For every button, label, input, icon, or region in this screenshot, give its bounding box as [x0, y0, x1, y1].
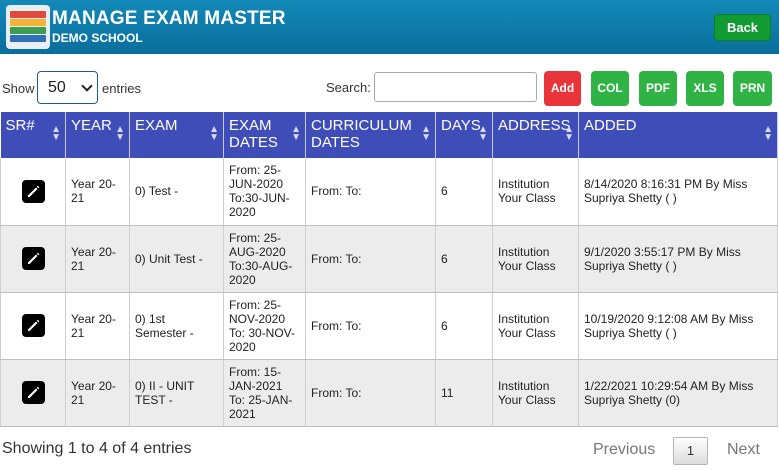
- cell-year: Year 20-21: [65, 225, 130, 293]
- export-xls-button[interactable]: XLS: [686, 71, 724, 106]
- page-1-button[interactable]: 1: [673, 437, 708, 465]
- entries-label: entries: [102, 81, 142, 96]
- cell-exam-dates: From: 25-AUG-2020 To:30-AUG-2020: [223, 225, 306, 293]
- school-name: DEMO SCHOOL: [52, 31, 143, 45]
- cell-address: Institution Your Class: [492, 359, 579, 427]
- edit-pencil-icon[interactable]: [21, 314, 45, 337]
- sort-arrows-icon: ▲ ▼: [115, 124, 125, 143]
- search-label: Search:: [326, 80, 371, 95]
- sort-arrows-icon: ▲ ▼: [421, 124, 431, 143]
- exam-table: SR# ▲ ▼ YEAR ▲ ▼ EXAM ▲ ▼ EXAM DATES ▲ ▼ CURRICU…: [0, 112, 778, 427]
- edit-pencil-icon[interactable]: [21, 179, 45, 203]
- row-action-cell: [0, 158, 66, 226]
- add-button[interactable]: Add: [544, 71, 581, 106]
- cell-curriculum-dates: From: To:: [305, 225, 436, 293]
- column-header-days[interactable]: DAYS ▲ ▼: [435, 112, 493, 158]
- export-pdf-button[interactable]: PDF: [639, 71, 677, 106]
- edit-pencil-icon[interactable]: [21, 381, 45, 404]
- column-header-curriculum-dates[interactable]: CURRICULUM DATES ▲ ▼: [305, 112, 436, 158]
- column-visibility-button[interactable]: COL: [591, 71, 629, 106]
- back-button[interactable]: Back: [714, 14, 771, 41]
- cell-added: 9/1/2020 3:55:17 PM By Miss Supriya Shet…: [578, 225, 778, 293]
- sort-arrows-icon: ▲ ▼: [478, 124, 488, 143]
- column-header-sr[interactable]: SR# ▲ ▼: [0, 112, 66, 158]
- cell-exam: 0) 1st Semester -: [129, 292, 224, 360]
- chevron-down-icon: [81, 80, 93, 92]
- school-logo: [6, 5, 50, 49]
- column-header-exam-dates[interactable]: EXAM DATES ▲ ▼: [223, 112, 306, 158]
- cell-days: 6: [435, 158, 493, 226]
- table-info: Showing 1 to 4 of 4 entries: [2, 440, 192, 457]
- cell-address: Institution Your Class: [492, 225, 579, 293]
- page-title: MANAGE EXAM MASTER: [52, 8, 286, 29]
- cell-address: Institution Your Class: [492, 158, 579, 226]
- cell-exam: 0) II - UNIT TEST -: [129, 359, 224, 427]
- edit-pencil-icon[interactable]: [21, 247, 45, 270]
- cell-exam: 0) Unit Test -: [129, 225, 224, 293]
- column-header-exam[interactable]: EXAM ▲ ▼: [129, 112, 224, 158]
- row-action-cell: [0, 292, 66, 360]
- sort-arrows-icon: ▲ ▼: [209, 124, 219, 143]
- sort-arrows-icon: ▲ ▼: [763, 124, 773, 143]
- column-header-added[interactable]: ADDED ▲ ▼: [578, 112, 778, 158]
- table-row: Year 20-21 0) Test - From: 25-JUN-2020 T…: [0, 158, 778, 226]
- cell-curriculum-dates: From: To:: [305, 158, 436, 226]
- app-header: MANAGE EXAM MASTER DEMO SCHOOL Back: [0, 0, 779, 54]
- show-label: Show: [2, 81, 35, 96]
- table-row: Year 20-21 0) 1st Semester - From: 25-NO…: [0, 292, 778, 360]
- cell-days: 11: [435, 359, 493, 427]
- column-header-address[interactable]: ADDRESS ▲ ▼: [492, 112, 579, 158]
- cell-exam: 0) Test -: [129, 158, 224, 226]
- cell-year: Year 20-21: [65, 292, 130, 360]
- cell-exam-dates: From: 15-JAN-2021 To: 25-JAN-2021: [223, 359, 306, 427]
- next-page-button[interactable]: Next: [727, 441, 760, 459]
- cell-curriculum-dates: From: To:: [305, 292, 436, 360]
- row-action-cell: [0, 225, 66, 293]
- cell-exam-dates: From: 25-JUN-2020 To:30-JUN-2020: [223, 158, 306, 226]
- entries-select-value: 50: [48, 79, 66, 96]
- cell-added: 8/14/2020 8:16:31 PM By Miss Supriya She…: [578, 158, 778, 226]
- print-button[interactable]: PRN: [733, 71, 772, 106]
- entries-select[interactable]: 50: [37, 71, 98, 104]
- search-input[interactable]: [374, 72, 537, 102]
- cell-added: 1/22/2021 10:29:54 AM By Miss Supriya Sh…: [578, 359, 778, 427]
- cell-exam-dates: From: 25-NOV-2020 To: 30-NOV-2020: [223, 292, 306, 360]
- sort-arrows-icon: ▲ ▼: [51, 124, 61, 143]
- row-action-cell: [0, 359, 66, 427]
- previous-page-button[interactable]: Previous: [593, 441, 655, 459]
- cell-year: Year 20-21: [65, 359, 130, 427]
- cell-address: Institution Your Class: [492, 292, 579, 360]
- cell-year: Year 20-21: [65, 158, 130, 226]
- cell-days: 6: [435, 292, 493, 360]
- table-row: Year 20-21 0) II - UNIT TEST - From: 15-…: [0, 359, 778, 427]
- cell-added: 10/19/2020 9:12:08 AM By Miss Supriya Sh…: [578, 292, 778, 360]
- table-row: Year 20-21 0) Unit Test - From: 25-AUG-2…: [0, 225, 778, 293]
- sort-arrows-icon: ▲ ▼: [564, 124, 574, 143]
- table-header-row: SR# ▲ ▼ YEAR ▲ ▼ EXAM ▲ ▼ EXAM DATES ▲ ▼ CURRICU…: [0, 112, 778, 158]
- cell-days: 6: [435, 225, 493, 293]
- sort-arrows-icon: ▲ ▼: [291, 124, 301, 143]
- column-header-year[interactable]: YEAR ▲ ▼: [65, 112, 130, 158]
- cell-curriculum-dates: From: To:: [305, 359, 436, 427]
